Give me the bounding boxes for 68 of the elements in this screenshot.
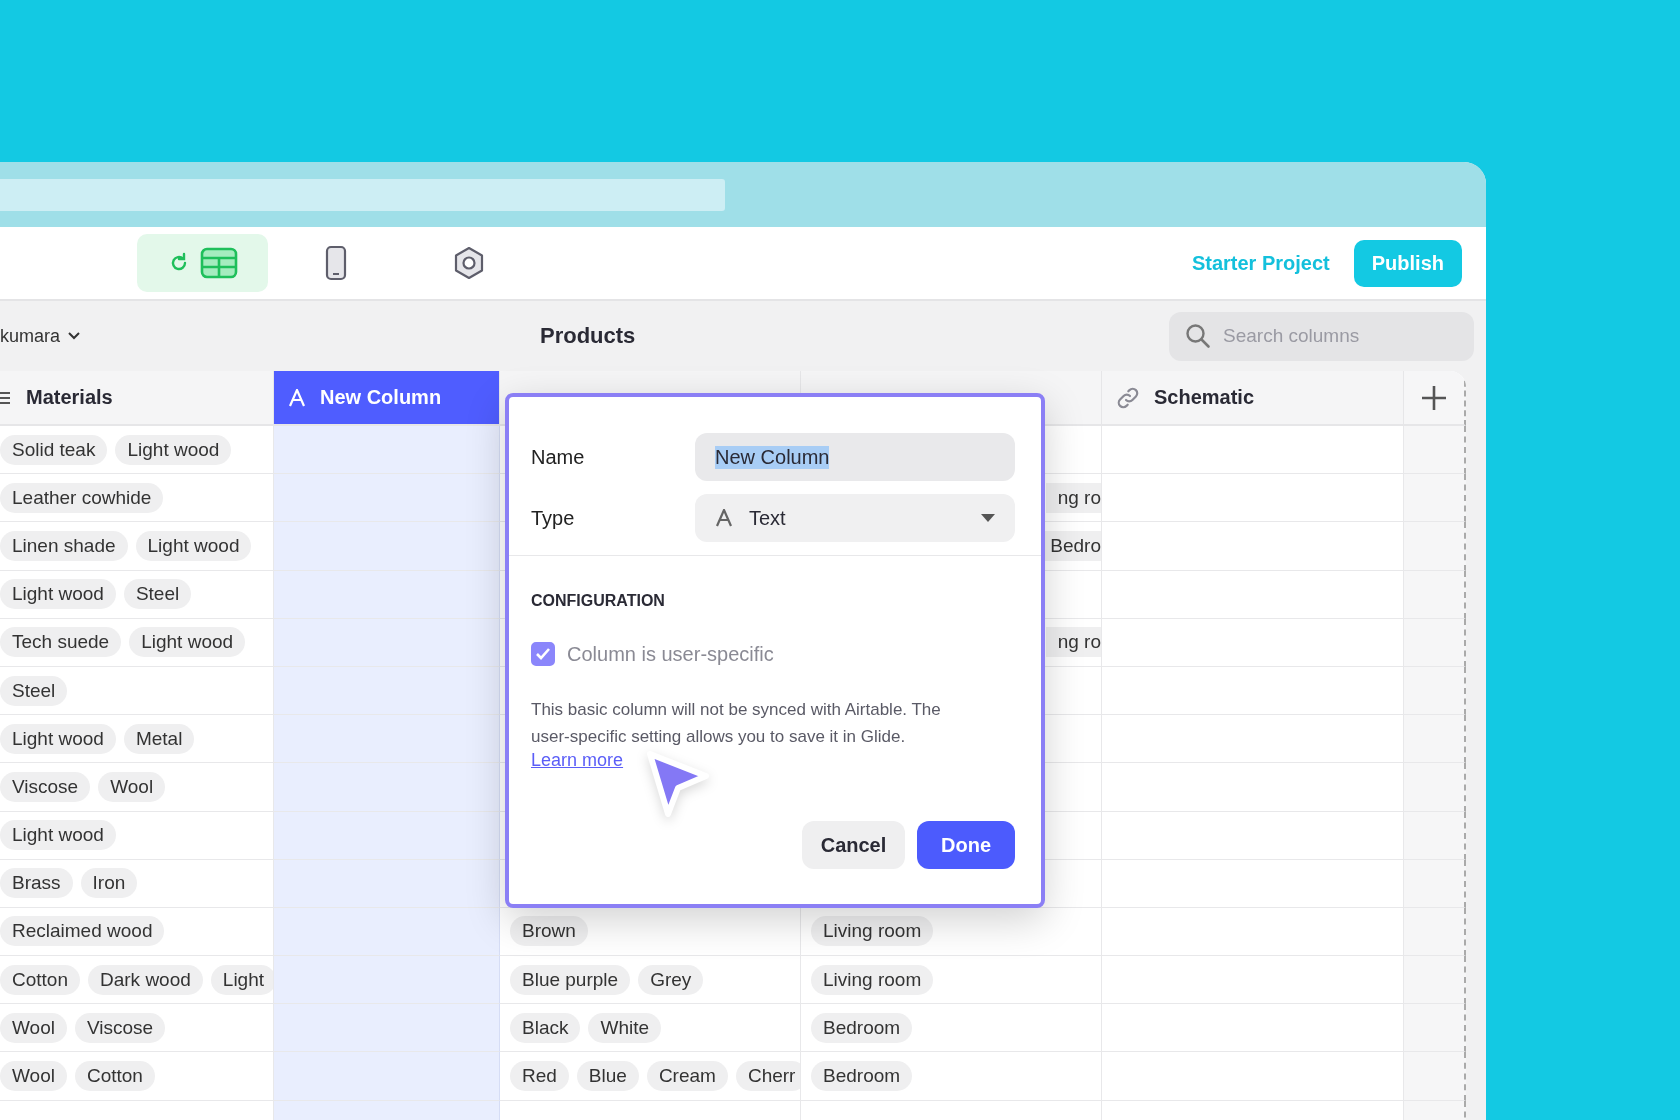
table-title: Products <box>540 323 636 349</box>
chevron-down-icon <box>68 332 81 340</box>
tag: ng ro <box>1045 482 1101 513</box>
tag: Solid teak <box>0 434 108 465</box>
tag: Wool <box>0 1061 67 1092</box>
tag: Wool <box>98 771 166 802</box>
tag: Brown <box>510 916 588 947</box>
user-menu[interactable]: kumara <box>0 325 81 347</box>
tag: ng ro <box>1045 627 1101 658</box>
tag: Tech suede <box>0 627 122 658</box>
tag: Reclaimed wood <box>0 916 165 947</box>
tag: Blue <box>576 1061 639 1092</box>
checkbox[interactable] <box>531 642 555 666</box>
checkbox-label: Column is user-specific <box>567 642 774 666</box>
list-icon <box>0 389 12 406</box>
phone-icon <box>324 245 347 281</box>
tag: Living room <box>811 964 934 995</box>
tag: Light wood <box>0 579 116 610</box>
checkmark-icon <box>535 647 551 661</box>
column-header[interactable]: Materials <box>0 371 274 426</box>
cancel-button[interactable]: Cancel <box>802 821 905 869</box>
tag: Cream <box>646 1061 728 1092</box>
tag: Dark wood <box>88 964 203 995</box>
tag: Living room <box>811 916 934 947</box>
text-type-icon <box>288 388 306 407</box>
column-header[interactable]: Schematic <box>1102 371 1404 426</box>
tag: Red <box>510 1061 569 1092</box>
field-label: Name <box>531 445 585 469</box>
name-field[interactable]: New Column <box>695 433 1015 481</box>
tag: Light wood <box>115 434 232 465</box>
tag: Blue purple <box>510 964 631 995</box>
description-text: This basic column will not be synced with Airtable. The user-specific setting allows you to save it in Glide. <box>531 699 942 748</box>
tag: Bedroom <box>811 1012 913 1043</box>
tag: Viscose <box>74 1012 166 1043</box>
tag: Grey <box>638 964 704 995</box>
tag: Metal <box>123 723 195 754</box>
tag: Steel <box>123 579 192 610</box>
tag: Steel <box>0 675 68 706</box>
tag: Cherr <box>735 1061 800 1092</box>
tag: Cotton <box>74 1061 155 1092</box>
caret-icon <box>981 514 995 522</box>
tag: Viscose <box>0 771 91 802</box>
add-column-icon[interactable] <box>1421 384 1447 411</box>
tag: Bedroom <box>811 1061 913 1092</box>
table-icon <box>199 247 238 279</box>
tag: Black <box>510 1012 581 1043</box>
search-icon <box>1185 322 1211 349</box>
tag: Iron <box>80 868 138 899</box>
tag: Linen shade <box>0 530 128 561</box>
tag: Light wood <box>0 723 116 754</box>
tag: Light wood <box>129 627 246 658</box>
tag: Brass <box>0 868 73 899</box>
tag: Light wood <box>0 820 116 851</box>
tag: Wool <box>0 1012 67 1043</box>
tag: White <box>588 1012 662 1043</box>
section-heading: CONFIGURATION <box>531 592 666 610</box>
link-icon <box>1116 385 1140 410</box>
tag: Cotton <box>0 964 80 995</box>
tag: Light <box>210 964 273 995</box>
type-dropdown[interactable]: Text <box>695 494 1015 542</box>
field-label: Type <box>531 506 575 530</box>
tag: Leather cowhide <box>0 482 164 513</box>
column-header[interactable]: New Column <box>274 371 500 426</box>
done-button[interactable]: Done <box>917 821 1015 869</box>
learn-more-link[interactable]: Learn more <box>531 750 624 771</box>
text-type-icon <box>715 509 733 527</box>
tag: Light wood <box>135 530 252 561</box>
search-field[interactable]: Search columns <box>1169 311 1474 361</box>
